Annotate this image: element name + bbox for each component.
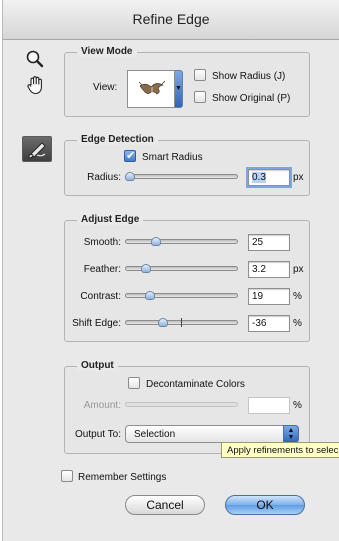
smart-radius-label: Smart Radius [142,152,203,163]
smooth-field[interactable]: 25 [248,234,290,251]
contrast-unit: % [293,291,302,302]
radius-label: Radius: [87,172,121,183]
output-to-dropdown[interactable]: Selection ▲ ▼ [125,425,299,443]
decontaminate-checkbox[interactable] [128,377,140,389]
show-radius-label: Show Radius (J) [212,71,286,82]
hand-icon[interactable] [25,74,49,98]
output-to-tooltip: Apply refinements to selec [221,442,339,458]
amount-label: Amount: [83,400,121,411]
view-mode-heading: View Mode [77,46,137,57]
adjust-edge-heading: Adjust Edge [77,214,144,225]
smart-radius-checkbox[interactable] [124,149,136,162]
feather-label: Feather: [83,264,121,275]
radius-unit: px [293,172,304,183]
radius-slider-track[interactable] [125,174,238,179]
output-heading: Output [77,360,118,371]
output-to-label: Output To: [75,429,121,440]
show-original-label: Show Original (P) [212,93,291,104]
title-bar[interactable]: Refine Edge [3,0,339,40]
remember-settings-checkbox[interactable] [61,470,73,482]
shift-edge-unit: % [293,318,302,329]
feather-field[interactable]: 3.2 [248,261,290,278]
contrast-slider-thumb[interactable] [144,291,155,300]
decontaminate-label: Decontaminate Colors [146,379,245,390]
feather-slider-thumb[interactable] [141,264,152,273]
contrast-field[interactable]: 19 [248,288,290,305]
radius-value: 0.3 [252,172,266,183]
ok-button[interactable]: OK [225,495,305,515]
refine-radius-brush-icon[interactable] [22,136,52,162]
contrast-label: Contrast: [80,291,121,302]
adjust-edge-panel: Adjust Edge Smooth: 25 Feather: 3.2 px C… [64,214,310,342]
dropdown-arrows-icon: ▲ ▼ [283,425,299,443]
show-original-checkbox[interactable] [194,91,206,103]
smooth-slider-track[interactable] [125,239,238,244]
output-to-value: Selection [134,429,176,440]
feather-unit: px [293,264,304,275]
contrast-slider-track[interactable] [125,293,238,298]
show-radius-checkbox[interactable] [194,69,206,81]
view-label: View: [93,82,118,93]
view-dropdown-arrow[interactable] [175,70,183,108]
output-panel: Output Decontaminate Colors Amount: % Ou… [64,360,310,454]
shift-edge-center-tick [181,318,182,327]
zoom-icon[interactable] [25,49,49,73]
smooth-slider-thumb[interactable] [150,237,161,246]
shift-edge-field[interactable]: -36 [248,315,290,332]
amount-field [248,397,290,414]
shift-edge-label: Shift Edge: [72,318,121,329]
refine-edge-dialog: Refine Edge View Mode View: ▼ Show Radiu… [2,0,339,541]
radius-slider-thumb[interactable] [125,172,135,181]
amount-unit: % [293,400,302,411]
shift-edge-slider-thumb[interactable] [157,318,168,327]
window-title: Refine Edge [132,11,210,27]
remember-settings-label: Remember Settings [78,472,167,483]
edge-detection-panel: Edge Detection Smart Radius Radius: 0.3 … [64,134,310,196]
radius-field[interactable]: 0.3 [246,167,292,188]
smooth-label: Smooth: [83,237,121,248]
cancel-button[interactable]: Cancel [125,495,205,515]
view-thumbnail[interactable] [127,70,175,108]
view-mode-panel: View Mode View: Show Radius (J) Show Ori… [64,46,310,117]
amount-slider-track [125,402,238,407]
edge-detection-heading: Edge Detection [77,134,158,145]
